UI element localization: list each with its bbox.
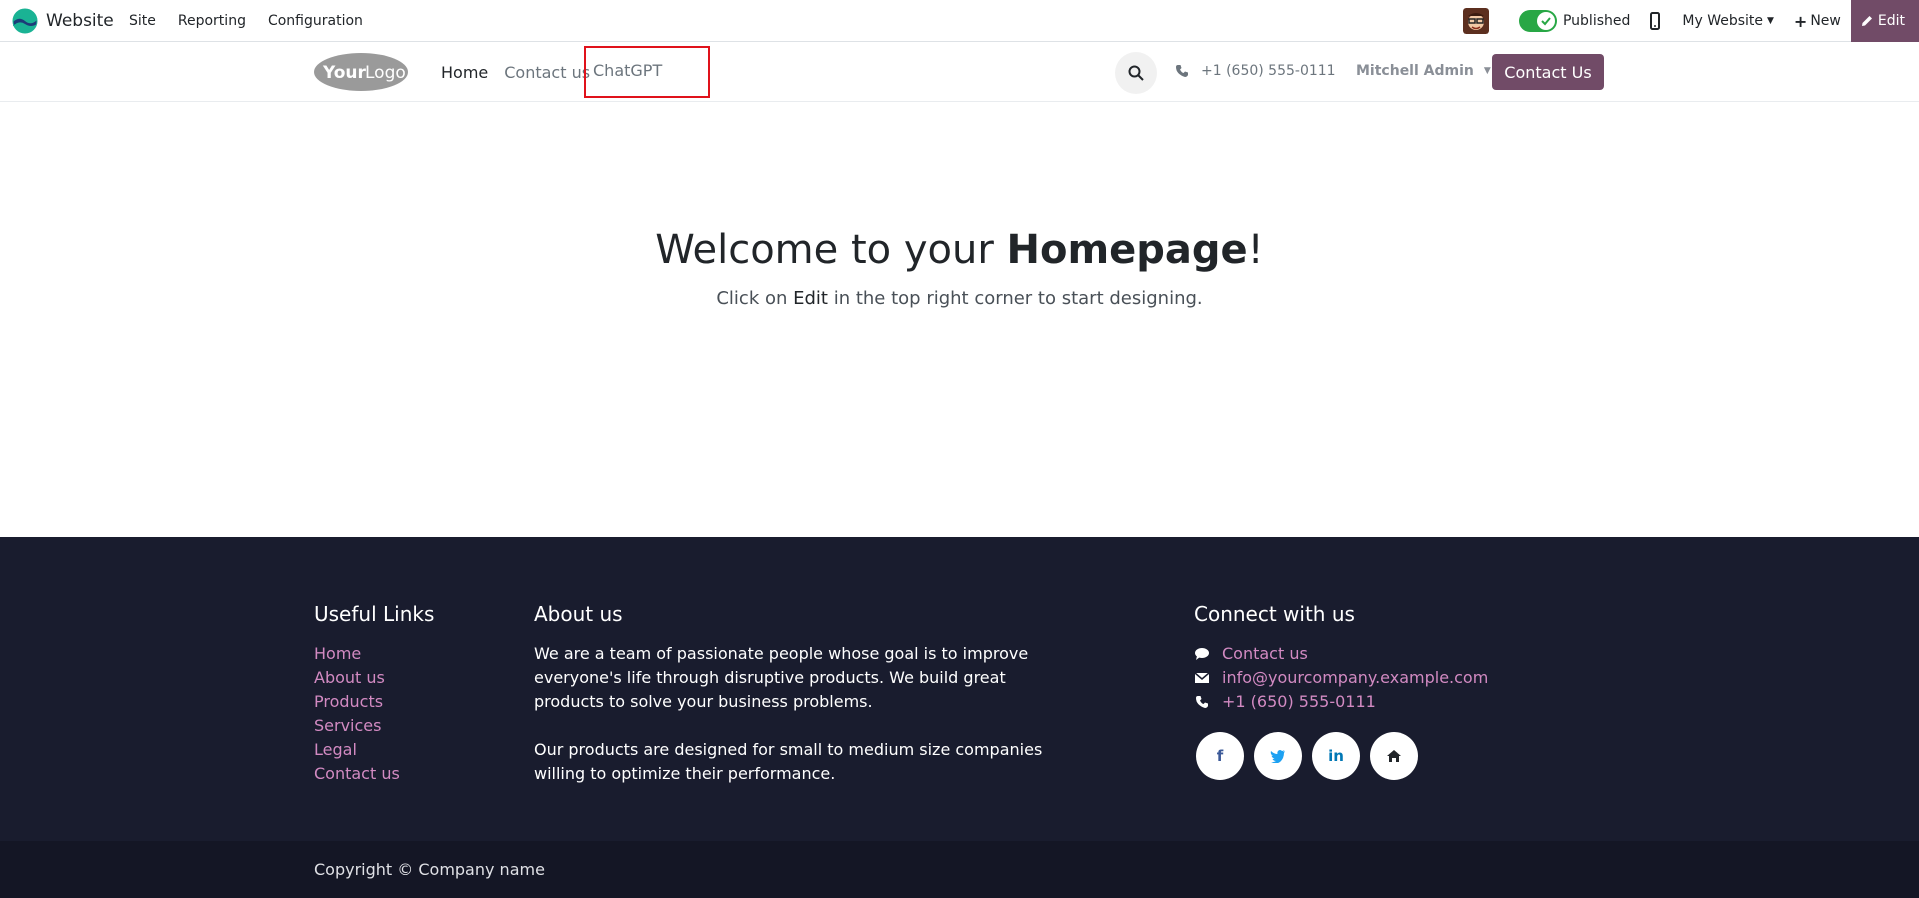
contact-us-button[interactable]: Contact Us [1492,54,1604,90]
published-label: Published [1562,13,1631,29]
main-nav: Home Contact us [441,42,606,102]
about-title: About us [534,602,623,626]
hero-title-post: ! [1247,227,1264,273]
new-button[interactable]: + New [1794,12,1841,31]
admin-topbar: Website Site Reporting Configuration Pub… [0,0,1919,42]
user-menu[interactable]: Mitchell Admin ▼ [1356,63,1491,79]
connect-phone[interactable]: +1 (650) 555-0111 [1194,690,1488,714]
user-name: Mitchell Admin [1356,63,1474,79]
new-label: New [1810,13,1841,29]
caret-down-icon: ▼ [1767,16,1774,26]
website-selector[interactable]: My Website [1682,13,1763,29]
connect-contact-label: Contact us [1222,644,1308,663]
site-footer: Useful Links Home About us Products Serv… [0,537,1919,841]
svg-text:Your: Your [322,63,367,83]
user-avatar[interactable] [1462,8,1489,34]
plus-icon: + [1793,11,1808,31]
search-button[interactable] [1115,52,1157,94]
caret-down-icon: ▼ [1483,66,1491,76]
hero-subtitle-pre: Click on [716,288,794,309]
pencil-icon [1861,16,1872,26]
connect-phone-label: +1 (650) 555-0111 [1222,692,1376,711]
edit-label: Edit [1877,13,1905,29]
about-paragraph-2: Our products are designed for small to m… [534,740,1043,783]
linkedin-icon[interactable]: in [1312,732,1360,780]
footer-link-contact[interactable]: Contact us [314,762,434,786]
footer-link-products[interactable]: Products [314,690,434,714]
website-app-icon [12,8,38,34]
copyright-bar: Copyright © Company name [0,841,1919,898]
footer-link-legal[interactable]: Legal [314,738,434,762]
connect-contact[interactable]: Contact us [1194,642,1488,666]
topbar-actions: Published My Website ▼ + New Edit [1462,0,1919,42]
svg-text:Logo: Logo [365,63,406,83]
hero-section: Welcome to your Homepage! Click on Edit … [0,102,1919,537]
connect-with-us: Connect with us Contact us info@yourcomp… [1194,602,1488,780]
header-phone[interactable]: +1 (650) 555-0111 [1175,63,1336,79]
footer-link-home[interactable]: Home [314,642,434,666]
edit-button[interactable]: Edit [1850,0,1919,42]
phone-icon [1196,696,1208,708]
home-icon[interactable] [1370,732,1418,780]
top-menu: Site Reporting Configuration [129,0,385,42]
site-header: Your Logo Home Contact us ChatGPT +1 (65… [0,42,1919,102]
search-icon [1128,65,1144,81]
hero-title-bold: Homepage [1006,227,1248,273]
facebook-icon[interactable]: f [1196,732,1244,780]
menu-site[interactable]: Site [129,13,156,29]
hero-subtitle: Click on Edit in the top right corner to… [0,288,1919,309]
footer-link-about[interactable]: About us [314,666,434,690]
connect-title: Connect with us [1194,602,1355,626]
twitter-icon[interactable] [1254,732,1302,780]
about-paragraph-1: We are a team of passionate people whose… [534,644,1029,711]
envelope-icon [1194,672,1210,683]
check-icon [1536,12,1555,30]
copyright-text: Copyright © Company name [314,860,545,879]
nav-home[interactable]: Home [441,63,488,82]
app-name: Website [46,11,114,31]
about-us: About us We are a team of passionate peo… [534,602,1064,786]
menu-configuration[interactable]: Configuration [268,13,363,29]
hero-title-pre: Welcome to your [655,227,1007,273]
useful-links: Useful Links Home About us Products Serv… [314,602,434,786]
connect-email-label: info@yourcompany.example.com [1222,668,1489,687]
footer-link-services[interactable]: Services [314,714,434,738]
site-logo[interactable]: Your Logo [313,52,409,92]
hero-title: Welcome to your Homepage! [0,227,1919,273]
social-links: f in [1196,732,1488,780]
connect-email[interactable]: info@yourcompany.example.com [1194,666,1488,690]
header-phone-label: +1 (650) 555-0111 [1201,63,1336,79]
comment-icon [1195,648,1209,660]
useful-links-title: Useful Links [314,602,435,626]
nav-contact-us[interactable]: Contact us [504,63,590,82]
menu-reporting[interactable]: Reporting [178,13,246,29]
hero-subtitle-bold: Edit [793,288,828,309]
published-toggle[interactable] [1518,10,1557,32]
nav-chatgpt[interactable]: ChatGPT [593,61,662,80]
app-switcher[interactable]: Website [12,8,114,34]
mobile-preview-icon[interactable] [1648,12,1662,30]
hero-subtitle-post: in the top right corner to start designi… [827,288,1203,309]
phone-icon [1176,65,1188,77]
